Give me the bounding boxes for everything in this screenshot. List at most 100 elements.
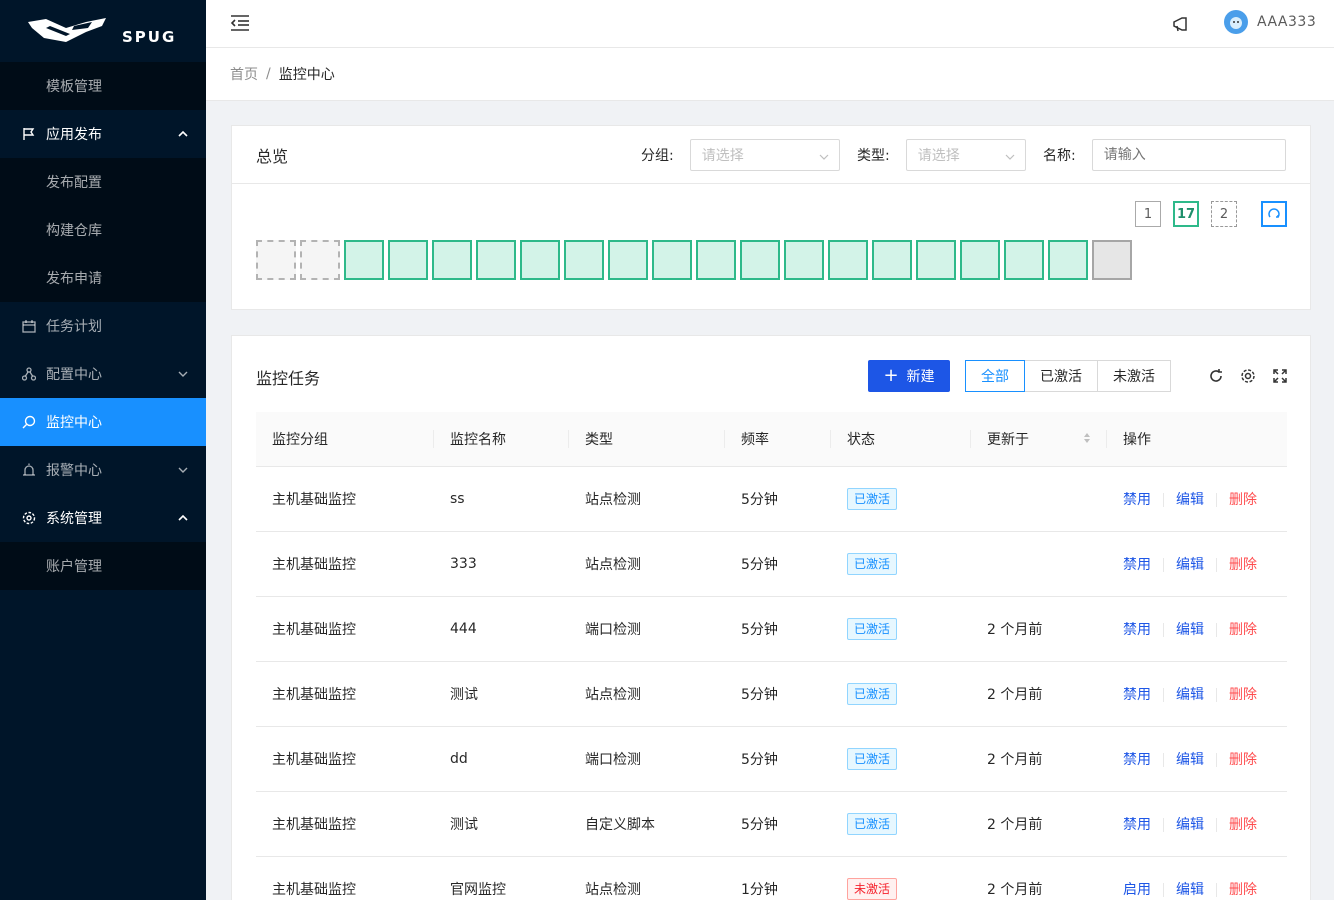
cell-actions: 禁用 编辑 删除 [1107, 791, 1287, 857]
edit-link[interactable]: 编辑 [1176, 622, 1204, 638]
chevron-down-icon [178, 367, 188, 383]
status-block[interactable] [784, 240, 824, 280]
sidebar-item-2[interactable]: 发布配置 [0, 158, 206, 206]
status-block[interactable] [1004, 240, 1044, 280]
edit-link[interactable]: 编辑 [1176, 687, 1204, 703]
action-divider [1163, 687, 1164, 702]
status-block[interactable] [828, 240, 868, 280]
status-block[interactable] [476, 240, 516, 280]
chevron-down-icon [819, 150, 829, 166]
sidebar-item-7[interactable]: 监控中心 [0, 398, 206, 446]
setting-icon [22, 511, 36, 525]
group-select[interactable]: 请选择 [689, 139, 840, 171]
col-updated-label: 更新于 [987, 431, 1029, 448]
logo: SPUG [0, 0, 206, 62]
type-select[interactable]: 请选择 [905, 139, 1026, 171]
sidebar-item-1[interactable]: 应用发布 [0, 110, 206, 158]
sidebar-item-label: 报警中心 [46, 463, 102, 479]
delete-link[interactable]: 删除 [1229, 817, 1257, 833]
status-block[interactable] [872, 240, 912, 280]
delete-link[interactable]: 删除 [1229, 557, 1257, 573]
type-select-placeholder: 请选择 [917, 148, 960, 164]
auto-refresh-icon[interactable] [1261, 201, 1287, 227]
action-divider [1216, 687, 1217, 702]
status-block[interactable] [1092, 240, 1132, 280]
breadcrumb-home[interactable]: 首页 [230, 64, 258, 84]
status-block[interactable] [520, 240, 560, 280]
cell-group: 主机基础监控 [256, 466, 434, 532]
filter-all[interactable]: 全部 [965, 360, 1025, 392]
filter-active[interactable]: 已激活 [1024, 360, 1098, 392]
gear-icon[interactable] [1238, 366, 1258, 386]
edit-link[interactable]: 编辑 [1176, 492, 1204, 508]
sidebar-item-9[interactable]: 系统管理 [0, 494, 206, 542]
edit-link[interactable]: 编辑 [1176, 817, 1204, 833]
status-block[interactable] [1048, 240, 1088, 280]
toggle-link[interactable]: 禁用 [1123, 687, 1151, 703]
fullscreen-icon[interactable] [1270, 366, 1290, 386]
reload-icon[interactable] [1206, 366, 1226, 386]
delete-link[interactable]: 删除 [1229, 752, 1257, 768]
sort-icon[interactable] [1083, 432, 1091, 448]
status-block[interactable] [960, 240, 1000, 280]
toggle-link[interactable]: 禁用 [1123, 752, 1151, 768]
sidebar-item-6[interactable]: 配置中心 [0, 350, 206, 398]
status-counters: 1 17 2 [1135, 201, 1249, 227]
status-block[interactable] [696, 240, 736, 280]
cell-status: 已激活 [831, 466, 971, 532]
counter-ok[interactable]: 17 [1173, 201, 1199, 227]
sidebar-item-0[interactable]: 模板管理 [0, 62, 206, 110]
status-block[interactable] [740, 240, 780, 280]
user-menu[interactable]: AAA333 [1224, 10, 1316, 34]
status-block[interactable] [344, 240, 384, 280]
status-block[interactable] [564, 240, 604, 280]
edit-link[interactable]: 编辑 [1176, 557, 1204, 573]
filter-inactive[interactable]: 未激活 [1097, 360, 1171, 392]
delete-link[interactable]: 删除 [1229, 622, 1257, 638]
toggle-link[interactable]: 禁用 [1123, 622, 1151, 638]
toggle-link[interactable]: 禁用 [1123, 492, 1151, 508]
table-row: 主机基础监控 333 站点检测 5分钟 已激活 禁用 编辑 删除 [256, 531, 1287, 597]
toggle-link[interactable]: 禁用 [1123, 817, 1151, 833]
notification-icon[interactable] [1172, 15, 1190, 37]
sidebar-item-8[interactable]: 报警中心 [0, 446, 206, 494]
sidebar-item-3[interactable]: 构建仓库 [0, 206, 206, 254]
sidebar-item-4[interactable]: 发布申请 [0, 254, 206, 302]
status-block[interactable] [256, 240, 296, 280]
status-filter-group: 全部 已激活 未激活 [965, 360, 1171, 392]
group-select-placeholder: 请选择 [701, 148, 744, 164]
cell-updated: 2 个月前 [971, 726, 1107, 792]
sidebar-item-label: 任务计划 [46, 319, 102, 335]
toggle-link[interactable]: 禁用 [1123, 557, 1151, 573]
counter-pending[interactable]: 2 [1211, 201, 1237, 227]
delete-link[interactable]: 删除 [1229, 882, 1257, 898]
status-block[interactable] [916, 240, 956, 280]
chevron-up-icon [178, 511, 188, 527]
toggle-link[interactable]: 启用 [1123, 882, 1151, 898]
status-block[interactable] [608, 240, 648, 280]
new-task-button[interactable]: + 新建 [868, 360, 950, 392]
delete-link[interactable]: 删除 [1229, 492, 1257, 508]
name-input[interactable] [1091, 139, 1286, 171]
status-block[interactable] [300, 240, 340, 280]
col-updated[interactable]: 更新于 [971, 412, 1107, 467]
cell-status: 已激活 [831, 596, 971, 662]
col-group-label: 监控分组 [272, 431, 328, 448]
cell-group: 主机基础监控 [256, 856, 434, 900]
edit-link[interactable]: 编辑 [1176, 882, 1204, 898]
status-block[interactable] [388, 240, 428, 280]
sidebar-item-5[interactable]: 任务计划 [0, 302, 206, 350]
menu-fold-icon[interactable] [230, 14, 250, 36]
delete-link[interactable]: 删除 [1229, 687, 1257, 703]
cell-actions: 禁用 编辑 删除 [1107, 531, 1287, 597]
status-block[interactable] [432, 240, 472, 280]
sidebar-item-label: 配置中心 [46, 367, 102, 383]
edit-link[interactable]: 编辑 [1176, 752, 1204, 768]
tasks-table: 监控分组 监控名称 类型 频率 状态 更新于 操作 主机基础监控 ss 站点检测 5分… [256, 412, 1287, 900]
sidebar-item-10[interactable]: 账户管理 [0, 542, 206, 590]
header: AAA333 [206, 0, 1334, 48]
overview-header: 总览 分组: 请选择 类型: 请选择 名称: [232, 126, 1310, 184]
status-block[interactable] [652, 240, 692, 280]
type-filter: 类型: 请选择 [857, 139, 1026, 171]
counter-normal[interactable]: 1 [1135, 201, 1161, 227]
